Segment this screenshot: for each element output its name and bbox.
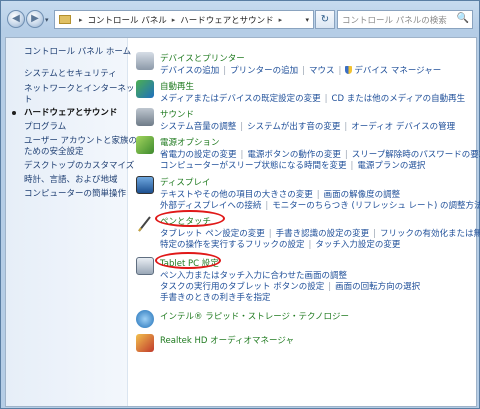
- link-media-defaults[interactable]: メディアまたはデバイスの既定設定の変更: [160, 94, 321, 104]
- refresh-button[interactable]: ↻: [315, 10, 335, 29]
- breadcrumb-hardware-sound[interactable]: ハードウェアとサウンド: [180, 14, 273, 26]
- highlight-ring-tablet-pc: [155, 252, 221, 269]
- navigation-bar: ◀ ▶ ▾ ▸ コントロール パネル ▸ ハードウェアとサウンド ▸ ▾ ↻ コ…: [1, 1, 479, 37]
- search-icon[interactable]: 🔍: [457, 13, 469, 24]
- category-links: 手書きのときの利き手を指定: [160, 291, 271, 303]
- link-system-volume[interactable]: システム音量の調整: [160, 122, 236, 132]
- link-mouse[interactable]: マウス: [309, 66, 335, 76]
- category-links: 外部ディスプレイへの接続 | モニターのちらつき (リフレッシュ レート) の調整方…: [160, 199, 480, 211]
- link-audio-devices[interactable]: オーディオ デバイスの管理: [351, 122, 455, 132]
- display-icon: [136, 176, 154, 194]
- link-add-printer[interactable]: プリンターの追加: [230, 66, 298, 76]
- category-title[interactable]: サウンド: [160, 108, 194, 120]
- sidebar-item-hardware-sound: ハードウェアとサウンド: [24, 108, 118, 118]
- printer-icon: [136, 52, 154, 70]
- link-external-display[interactable]: 外部ディスプレイへの接続: [160, 201, 261, 211]
- breadcrumb-control-panel[interactable]: コントロール パネル: [88, 14, 167, 26]
- sidebar-item-network[interactable]: ネットワークとインターネット: [24, 84, 143, 95]
- sidebar-item-system-security[interactable]: システムとセキュリティ: [24, 69, 117, 80]
- link-device-manager[interactable]: デバイス マネージャー: [354, 66, 441, 76]
- category-links: コンピューターがスリープ状態になる時間を変更 | 電源プランの選択: [160, 161, 426, 171]
- category-title[interactable]: ディスプレイ: [160, 176, 210, 188]
- link-touch-input[interactable]: タッチ入力設定の変更: [315, 240, 400, 250]
- link-add-device[interactable]: デバイスの追加: [160, 66, 219, 76]
- back-button[interactable]: ◀: [7, 10, 25, 28]
- explorer-window: ◀ ▶ ▾ ▸ コントロール パネル ▸ ハードウェアとサウンド ▸ ▾ ↻ コ…: [0, 0, 480, 409]
- link-handedness[interactable]: 手書きのときの利き手を指定: [160, 293, 271, 303]
- power-icon: [136, 136, 154, 154]
- sidebar-item-programs[interactable]: プログラム: [24, 122, 66, 133]
- content-area: コントロール パネル ホーム システムとセキュリティ ネットワークとインターネッ…: [5, 37, 480, 407]
- search-input[interactable]: コントロール パネルの検索 🔍: [337, 10, 473, 29]
- address-bar[interactable]: ▸ コントロール パネル ▸ ハードウェアとサウンド ▸ ▾: [54, 10, 314, 29]
- category-links: システム音量の調整 | システムが出す音の変更 | オーディオ デバイスの管理: [160, 122, 456, 132]
- sidebar-item-desktop[interactable]: デスクトップのカスタマイズ: [24, 161, 134, 172]
- sidebar-item-user-accounts[interactable]: ユーザー アカウントと家族の: [24, 136, 137, 147]
- highlight-ring-pen-touch: [155, 210, 225, 227]
- autoplay-icon: [136, 80, 154, 98]
- sidebar-item-network-wrap[interactable]: ト: [24, 95, 33, 106]
- category-list: デバイスとプリンター デバイスの追加 | プリンターの追加 | マウス | デバイス マネー…: [128, 38, 480, 406]
- link-sleep-time[interactable]: コンピューターがスリープ状態になる時間を変更: [160, 161, 347, 171]
- uac-shield-icon: [345, 66, 353, 74]
- link-power-plan[interactable]: 電源プランの選択: [357, 161, 425, 171]
- intel-icon: [136, 310, 154, 328]
- breadcrumb-separator: ▸: [278, 15, 283, 24]
- forward-button[interactable]: ▶: [26, 10, 44, 28]
- link-screen-rotation[interactable]: 画面の回転方向の選択: [335, 282, 420, 292]
- category-title[interactable]: 自動再生: [160, 80, 194, 92]
- recent-pages-dropdown[interactable]: ▾: [45, 16, 49, 24]
- category-title[interactable]: デバイスとプリンター: [160, 52, 245, 64]
- link-refresh-rate[interactable]: モニターのちらつき (リフレッシュ レート) の調整方法: [272, 201, 480, 211]
- sidebar-item-ease-of-access[interactable]: コンピューターの簡単操作: [24, 189, 126, 200]
- control-panel-icon: [59, 15, 71, 24]
- sound-icon: [136, 108, 154, 126]
- address-dropdown-icon[interactable]: ▾: [305, 16, 309, 24]
- category-links: デバイスの追加 | プリンターの追加 | マウス | デバイス マネージャー: [160, 66, 442, 76]
- link-system-sounds[interactable]: システムが出す音の変更: [247, 122, 340, 132]
- link-cd-autoplay[interactable]: CD または他のメディアの自動再生: [332, 94, 466, 104]
- sidebar: コントロール パネル ホーム システムとセキュリティ ネットワークとインターネッ…: [6, 38, 143, 406]
- category-title[interactable]: 電源オプション: [160, 136, 220, 148]
- category-links: メディアまたはデバイスの既定設定の変更 | CD または他のメディアの自動再生: [160, 94, 466, 104]
- breadcrumb-separator: ▸: [79, 15, 83, 24]
- sidebar-item-clock-region[interactable]: 時計、言語、および地域: [24, 175, 118, 186]
- sidebar-item-user-accounts-wrap[interactable]: ための安全設定: [24, 147, 84, 158]
- category-title[interactable]: インテル® ラピッド・ストレージ・テクノロジー: [160, 310, 349, 322]
- pen-icon: [136, 215, 154, 233]
- link-flick-actions[interactable]: 特定の操作を実行するフリックの設定: [160, 240, 305, 250]
- tablet-icon: [136, 257, 154, 275]
- search-placeholder: コントロール パネルの検索: [342, 15, 447, 26]
- current-item-bullet: [12, 111, 16, 115]
- category-links: 特定の操作を実行するフリックの設定 | タッチ入力設定の変更: [160, 240, 401, 250]
- realtek-icon: [136, 334, 154, 352]
- sidebar-item-home[interactable]: コントロール パネル ホーム: [24, 47, 131, 58]
- category-title[interactable]: Realtek HD オーディオマネージャ: [160, 334, 294, 346]
- breadcrumb-separator: ▸: [171, 15, 176, 24]
